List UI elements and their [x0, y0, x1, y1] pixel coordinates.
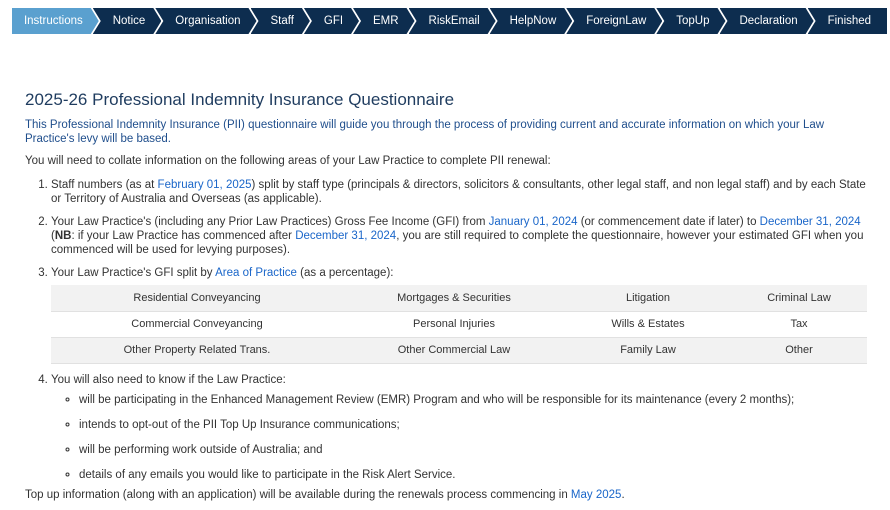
list-item: Your Law Practice's GFI split by Area of…: [51, 266, 875, 364]
step-helpnow[interactable]: HelpNow: [490, 8, 573, 34]
lead-text: You will need to collate information on …: [25, 155, 551, 167]
gfi-start-date-link[interactable]: January 01, 2024: [489, 216, 578, 228]
table-cell: Criminal Law: [731, 285, 867, 312]
step-organisation[interactable]: Organisation: [155, 8, 256, 34]
table-cell: Other Property Related Trans.: [51, 337, 343, 364]
commenced-date-link[interactable]: December 31, 2024: [295, 230, 396, 242]
table-cell: Litigation: [565, 285, 731, 312]
step-instructions[interactable]: Instructions: [12, 8, 99, 34]
bullet-item: will be performing work outside of Austr…: [79, 443, 875, 457]
step-notice[interactable]: Notice: [93, 8, 162, 34]
topup-date-link[interactable]: May 2025: [571, 489, 622, 501]
staff-date-link[interactable]: February 01, 2025: [158, 179, 252, 191]
practice-details-list: will be participating in the Enhanced Ma…: [51, 393, 875, 482]
step-topup[interactable]: TopUp: [656, 8, 725, 34]
table-cell: Family Law: [565, 337, 731, 364]
table-row: Residential Conveyancing Mortgages & Sec…: [51, 285, 867, 312]
wizard-steps: Instructions Notice Organisation Staff G…: [12, 8, 888, 34]
table-cell: Other: [731, 337, 867, 364]
step-declaration[interactable]: Declaration: [720, 8, 814, 34]
step-finished[interactable]: Finished: [807, 8, 888, 34]
list-item: You will also need to know if the Law Pr…: [51, 373, 875, 482]
table-cell: Personal Injuries: [343, 311, 565, 338]
areas-of-practice-table: Residential Conveyancing Mortgages & Sec…: [51, 285, 867, 364]
page-title: 2025-26 Professional Indemnity Insurance…: [25, 90, 455, 109]
bullet-item: will be participating in the Enhanced Ma…: [79, 393, 875, 407]
table-cell: Other Commercial Law: [343, 337, 565, 364]
table-row: Other Property Related Trans. Other Comm…: [51, 337, 867, 364]
intro-text: This Professional Indemnity Insurance (P…: [25, 119, 825, 145]
bullet-item: details of any emails you would like to …: [79, 468, 875, 482]
table-cell: Mortgages & Securities: [343, 285, 565, 312]
list-item: Staff numbers (as at February 01, 2025) …: [51, 178, 875, 206]
main-content: 2025-26 Professional Indemnity Insurance…: [25, 90, 875, 501]
table-row: Commercial Conveyancing Personal Injurie…: [51, 311, 867, 338]
table-cell: Residential Conveyancing: [51, 285, 343, 312]
list-item: Your Law Practice's (including any Prior…: [51, 215, 875, 257]
table-cell: Commercial Conveyancing: [51, 311, 343, 338]
topup-note: Top up information (along with an applic…: [25, 488, 625, 501]
gfi-end-date-link[interactable]: December 31, 2024: [760, 216, 861, 228]
bullet-item: intends to opt-out of the PII Top Up Ins…: [79, 418, 875, 432]
table-cell: Tax: [731, 311, 867, 338]
step-staff[interactable]: Staff: [251, 8, 310, 34]
table-cell: Wills & Estates: [565, 311, 731, 338]
nb-label: NB: [54, 230, 72, 242]
step-foreignlaw[interactable]: ForeignLaw: [566, 8, 662, 34]
requirements-list: Staff numbers (as at February 01, 2025) …: [25, 178, 875, 482]
step-emr[interactable]: EMR: [353, 8, 415, 34]
step-riskemail[interactable]: RiskEmail: [409, 8, 496, 34]
area-of-practice-link[interactable]: Area of Practice: [215, 267, 297, 279]
step-gfi[interactable]: GFI: [304, 8, 359, 34]
